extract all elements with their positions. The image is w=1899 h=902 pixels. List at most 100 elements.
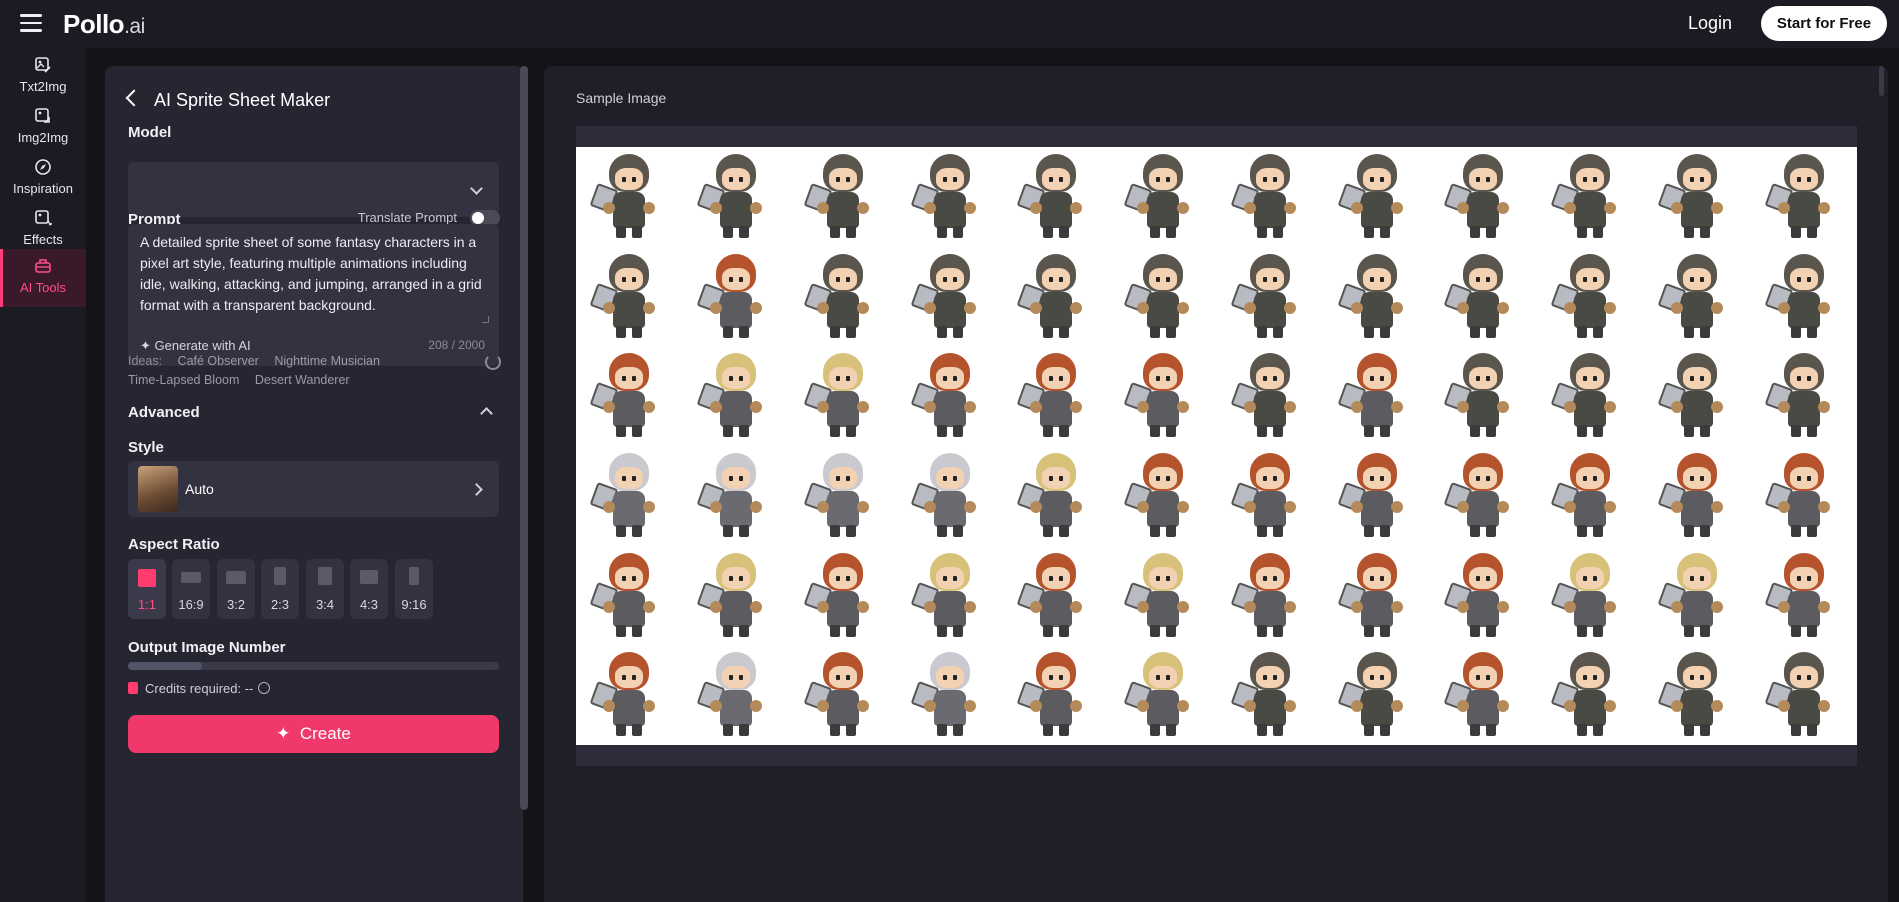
- sprite-character: [910, 549, 986, 643]
- aspect-ratio-label: Aspect Ratio: [128, 536, 220, 553]
- model-select[interactable]: [128, 162, 499, 217]
- sprite-character: [910, 449, 986, 543]
- sprite-character: [1443, 549, 1519, 643]
- sprite-character: [1443, 250, 1519, 344]
- aspect-option-3-4[interactable]: 3:4: [306, 559, 344, 619]
- sprite-character: [1550, 549, 1626, 643]
- sprite-character: [1016, 349, 1092, 443]
- sprite-character: [1443, 648, 1519, 742]
- style-value: Auto: [185, 481, 214, 497]
- sample-sprite-sheet-image[interactable]: [576, 147, 1857, 745]
- sprite-character: [803, 648, 879, 742]
- sprite-character: [1123, 150, 1199, 244]
- panel-scrollbar[interactable]: [520, 66, 528, 810]
- aspect-ratio-options: 1:1 16:9 3:2 2:3 3:4 4:3 9:16: [128, 559, 499, 619]
- sprite-character: [1337, 250, 1413, 344]
- start-for-free-button[interactable]: Start for Free: [1761, 6, 1887, 41]
- sprite-character: [1123, 349, 1199, 443]
- sprite-character: [1443, 349, 1519, 443]
- sprite-character: [696, 648, 772, 742]
- sprite-character: [1016, 648, 1092, 742]
- chevron-up-icon[interactable]: [480, 407, 493, 420]
- sprite-character: [696, 449, 772, 543]
- refresh-icon[interactable]: [485, 354, 501, 370]
- sprite-character: [1443, 150, 1519, 244]
- model-label: Model: [128, 124, 172, 141]
- idea-chip[interactable]: Nighttime Musician: [274, 354, 380, 368]
- aspect-option-3-2[interactable]: 3:2: [217, 559, 255, 619]
- sparkle-image-icon: [35, 210, 52, 226]
- style-select[interactable]: Auto: [128, 461, 499, 517]
- sprite-character: [1016, 150, 1092, 244]
- aspect-option-2-3[interactable]: 2:3: [261, 559, 299, 619]
- generate-with-ai-label: Generate with AI: [154, 338, 251, 353]
- rail-label: AI Tools: [19, 280, 66, 295]
- aspect-option-9-16[interactable]: 9:16: [395, 559, 433, 619]
- sprite-character: [589, 549, 665, 643]
- sprite-character: [1657, 349, 1733, 443]
- idea-chip[interactable]: Café Observer: [178, 354, 259, 368]
- idea-chip[interactable]: Time-Lapsed Bloom: [128, 373, 239, 387]
- sprite-character: [1550, 449, 1626, 543]
- sprite-character: [1657, 648, 1733, 742]
- ratio-shape-icon: [409, 567, 419, 585]
- prompt-text[interactable]: A detailed sprite sheet of some fantasy …: [140, 232, 485, 316]
- rail-item-img2img[interactable]: Img2Img: [0, 99, 86, 157]
- ratio-shape-icon: [360, 570, 378, 584]
- sprite-character: [589, 648, 665, 742]
- sprite-character: [910, 150, 986, 244]
- aspect-option-1-1[interactable]: 1:1: [128, 559, 166, 619]
- sparkle-icon: ✦: [140, 338, 155, 353]
- sprite-character: [1230, 349, 1306, 443]
- aspect-option-16-9[interactable]: 16:9: [172, 559, 210, 619]
- sprite-character: [1123, 250, 1199, 344]
- info-icon[interactable]: [258, 682, 271, 694]
- style-label: Style: [128, 439, 164, 456]
- sprite-character: [1550, 150, 1626, 244]
- prompt-textarea[interactable]: A detailed sprite sheet of some fantasy …: [128, 224, 499, 366]
- sprite-character: [1657, 250, 1733, 344]
- rail-item-ai-tools[interactable]: AI Tools: [0, 249, 86, 307]
- advanced-label[interactable]: Advanced: [128, 404, 200, 421]
- logo-suffix: .ai: [124, 15, 145, 38]
- sprite-character: [1337, 648, 1413, 742]
- back-chevron-icon[interactable]: [125, 89, 143, 107]
- ratio-shape-icon: [274, 567, 286, 585]
- sprite-character: [1764, 250, 1840, 344]
- sprite-character: [1230, 648, 1306, 742]
- page-title: AI Sprite Sheet Maker: [125, 89, 330, 111]
- sprite-character: [1550, 250, 1626, 344]
- sprite-character: [1443, 449, 1519, 543]
- rail-item-txt2img[interactable]: Txt2Img: [0, 48, 86, 106]
- resize-handle-icon[interactable]: [482, 316, 489, 323]
- sprite-character: [1550, 648, 1626, 742]
- logo-main: Pollo: [63, 9, 125, 39]
- sprite-character: [589, 449, 665, 543]
- login-link[interactable]: Login: [1688, 13, 1732, 34]
- generate-with-ai-button[interactable]: ✦ Generate with AI: [140, 338, 251, 354]
- output-number-label: Output Image Number: [128, 639, 286, 656]
- sample-image-label: Sample Image: [576, 90, 667, 106]
- sprite-character: [803, 449, 879, 543]
- idea-chip[interactable]: Desert Wanderer: [255, 373, 350, 387]
- logo[interactable]: Pollo.ai: [63, 9, 145, 40]
- sprite-character: [1657, 549, 1733, 643]
- aspect-option-4-3[interactable]: 4:3: [350, 559, 388, 619]
- sprite-character: [1230, 250, 1306, 344]
- ideas-row-2: Time-Lapsed Bloom Desert Wanderer: [128, 373, 362, 387]
- menu-icon[interactable]: [20, 14, 42, 32]
- ideas-label: Ideas:: [128, 354, 163, 368]
- sprite-character: [696, 349, 772, 443]
- output-number-slider[interactable]: [128, 662, 499, 670]
- sprite-character: [1016, 250, 1092, 344]
- sprite-character: [803, 349, 879, 443]
- sprite-character: [1337, 549, 1413, 643]
- sprite-character: [589, 349, 665, 443]
- image-swap-icon: [35, 108, 50, 123]
- rail-label: Img2Img: [17, 130, 69, 145]
- ratio-shape-icon: [181, 572, 201, 583]
- rail-item-inspiration[interactable]: Inspiration: [0, 150, 86, 208]
- create-button[interactable]: ✦ Create: [128, 715, 499, 753]
- sprite-character: [589, 150, 665, 244]
- preview-scrollbar[interactable]: [1879, 66, 1884, 96]
